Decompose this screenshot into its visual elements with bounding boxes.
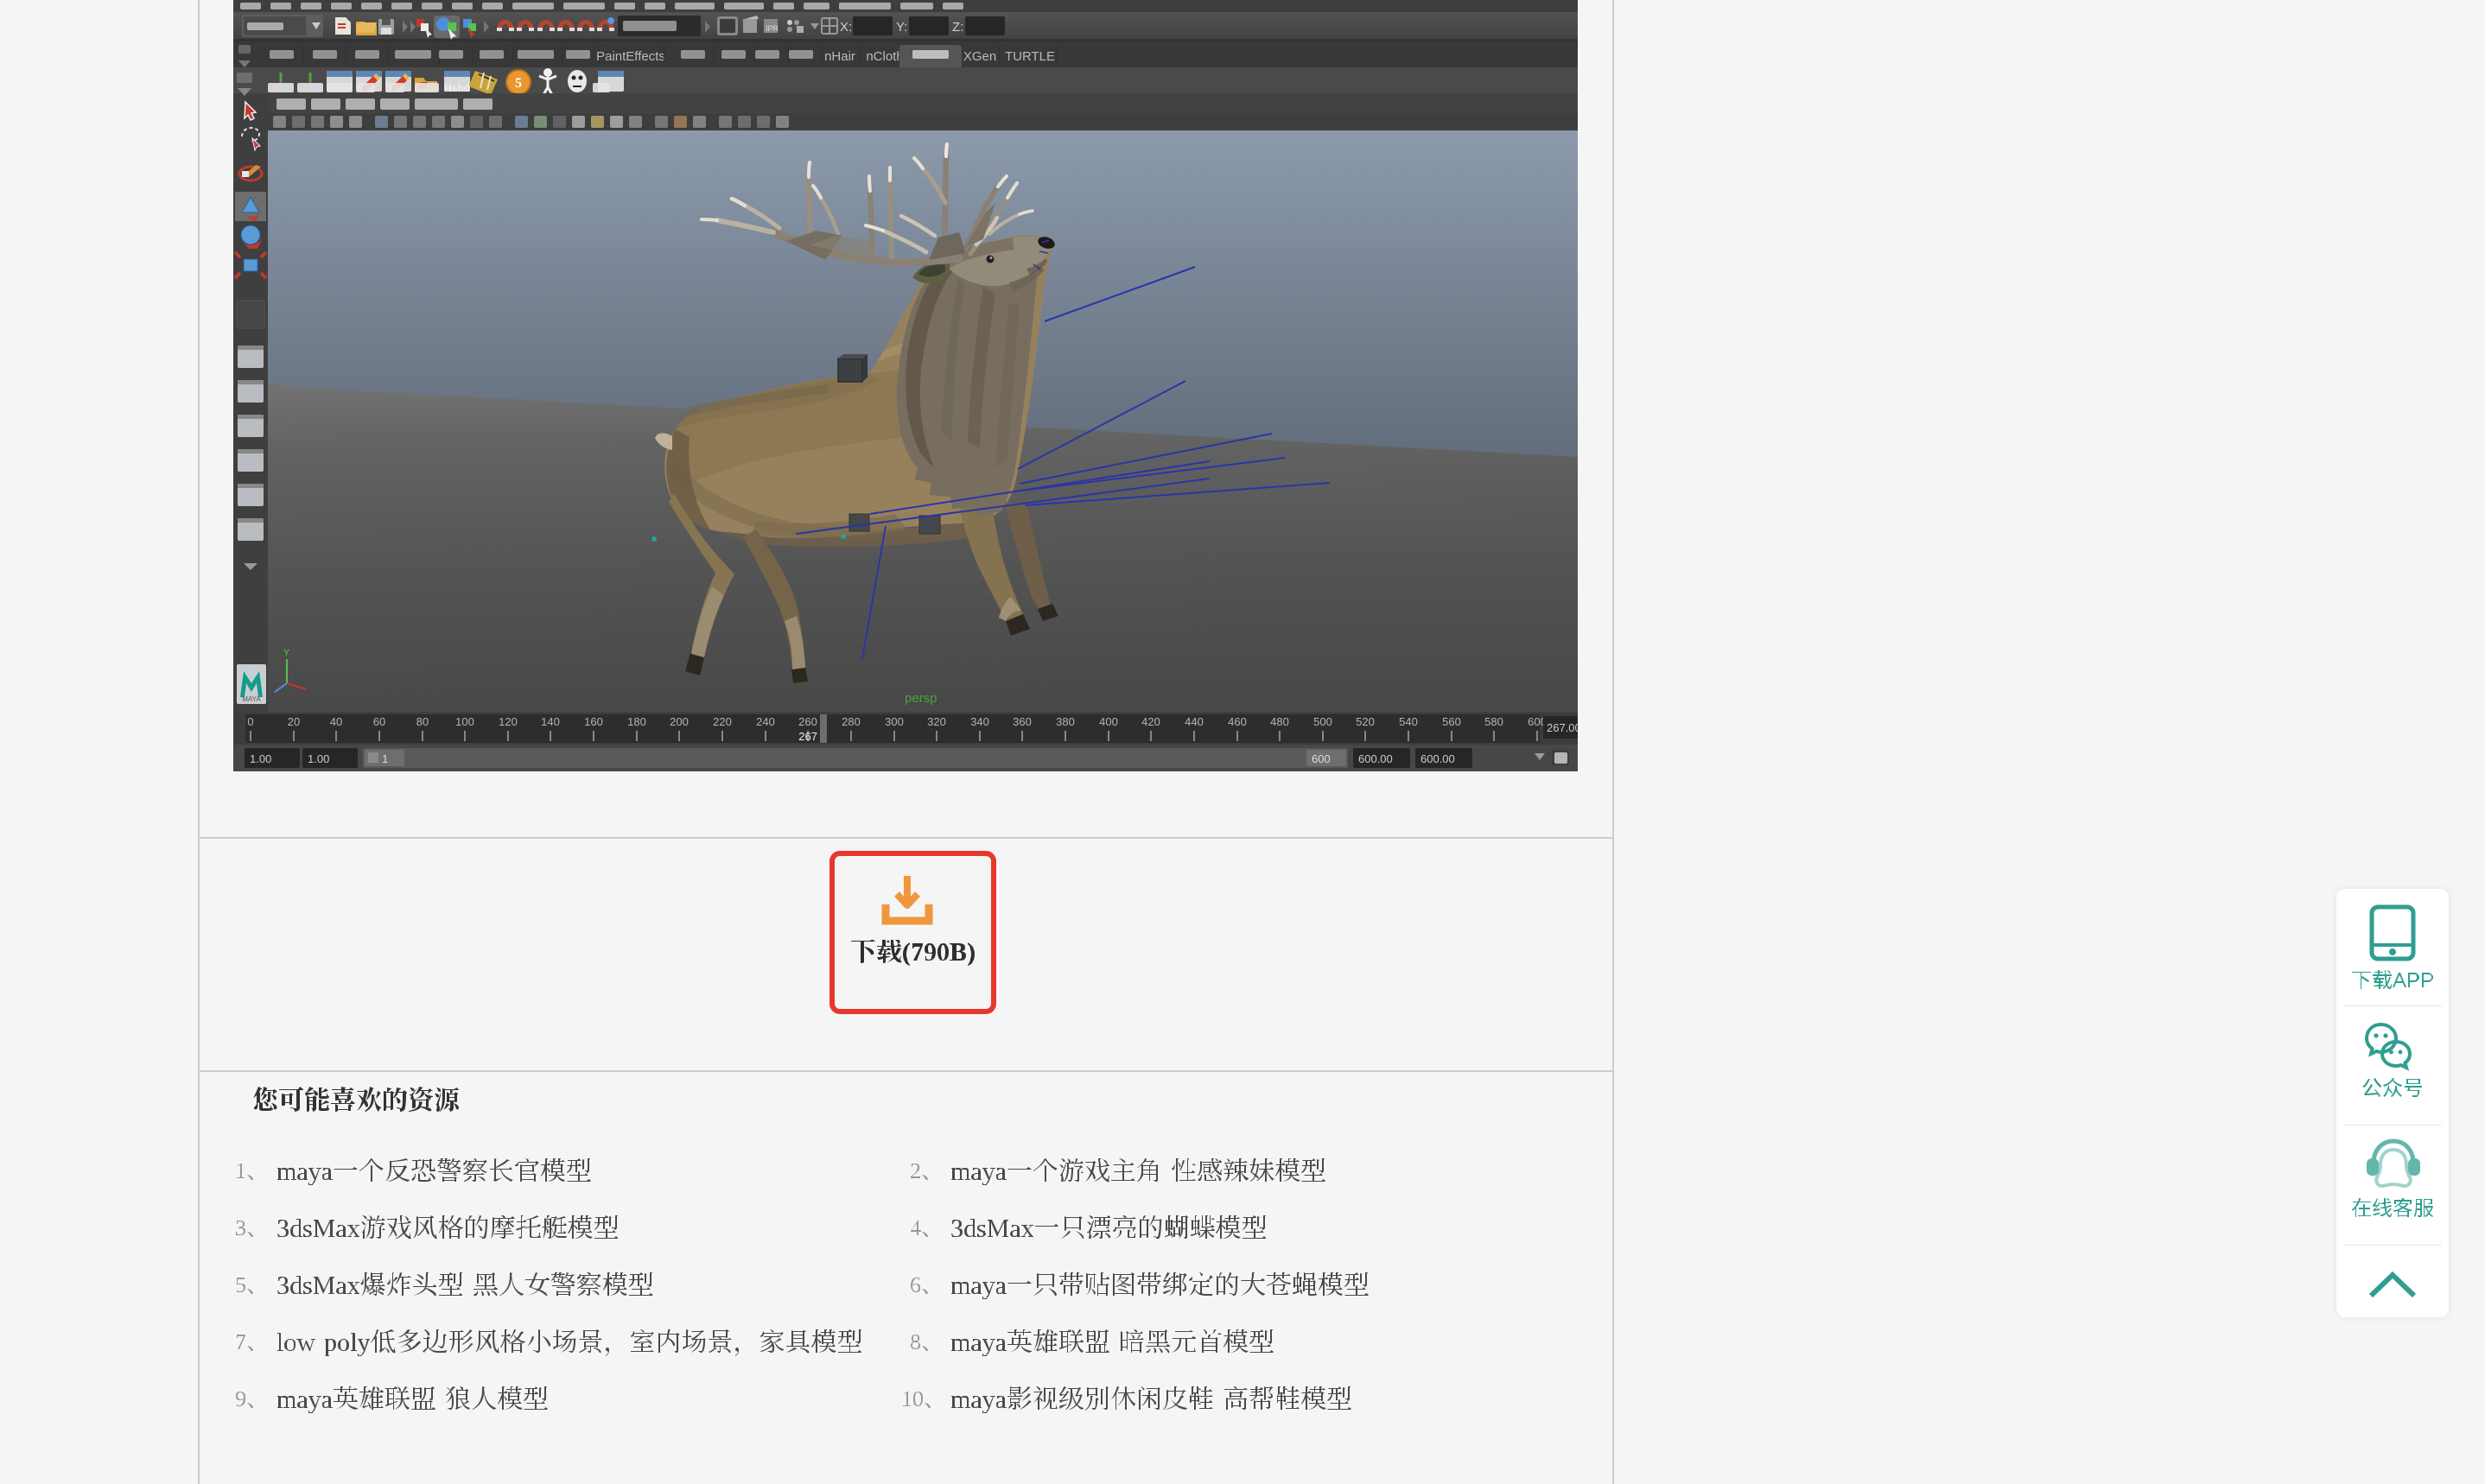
- svg-text:140: 140: [541, 715, 560, 728]
- svg-text:120: 120: [499, 715, 518, 728]
- svg-text:60: 60: [373, 715, 385, 728]
- svg-text:267.00: 267.00: [1547, 721, 1578, 734]
- svg-text:PaintEffects: PaintEffects: [596, 49, 665, 64]
- svg-text:180: 180: [627, 715, 646, 728]
- svg-text:persp: persp: [905, 691, 937, 706]
- svg-text:80: 80: [416, 715, 429, 728]
- svg-text:Hshd: Hshd: [444, 82, 470, 94]
- svg-text:0: 0: [247, 715, 253, 728]
- svg-text:Y: Y: [283, 648, 290, 658]
- svg-text:400: 400: [1099, 715, 1118, 728]
- svg-text:TURTLE: TURTLE: [1005, 49, 1055, 64]
- svg-text:600: 600: [1312, 752, 1331, 765]
- svg-text:160: 160: [584, 715, 603, 728]
- svg-text:300: 300: [885, 715, 904, 728]
- svg-text:XGen: XGen: [963, 49, 996, 64]
- svg-text:X:: X:: [840, 20, 852, 35]
- svg-text:600.00: 600.00: [1420, 752, 1455, 765]
- svg-text:420: 420: [1141, 715, 1160, 728]
- svg-text:40: 40: [330, 715, 342, 728]
- svg-text:20: 20: [288, 715, 300, 728]
- svg-text:100: 100: [455, 715, 474, 728]
- svg-text:540: 540: [1399, 715, 1418, 728]
- svg-text:520: 520: [1356, 715, 1375, 728]
- svg-text:nHair: nHair: [824, 49, 855, 64]
- svg-text:1.00: 1.00: [308, 752, 329, 765]
- svg-text:360: 360: [1013, 715, 1032, 728]
- svg-text:480: 480: [1270, 715, 1289, 728]
- svg-text:440: 440: [1185, 715, 1204, 728]
- svg-text:280: 280: [842, 715, 861, 728]
- svg-text:580: 580: [1484, 715, 1503, 728]
- svg-text:200: 200: [670, 715, 689, 728]
- svg-text:600.00: 600.00: [1358, 752, 1393, 765]
- svg-text:1: 1: [382, 752, 388, 765]
- svg-text:Y:: Y:: [896, 20, 907, 35]
- svg-text:Z:: Z:: [952, 20, 963, 35]
- svg-text:MAYA: MAYA: [242, 695, 261, 703]
- svg-text:500: 500: [1313, 715, 1332, 728]
- svg-text:240: 240: [756, 715, 775, 728]
- svg-text:nCloth: nCloth: [866, 49, 903, 64]
- svg-text:560: 560: [1442, 715, 1461, 728]
- svg-text:267: 267: [798, 730, 817, 743]
- svg-text:460: 460: [1228, 715, 1247, 728]
- svg-text:320: 320: [927, 715, 946, 728]
- svg-text:340: 340: [970, 715, 989, 728]
- svg-text:1.00: 1.00: [250, 752, 271, 765]
- svg-text:380: 380: [1056, 715, 1075, 728]
- svg-text:220: 220: [713, 715, 732, 728]
- svg-text:260: 260: [798, 715, 817, 728]
- svg-text:5: 5: [515, 76, 522, 91]
- svg-text:IPR: IPR: [766, 24, 779, 33]
